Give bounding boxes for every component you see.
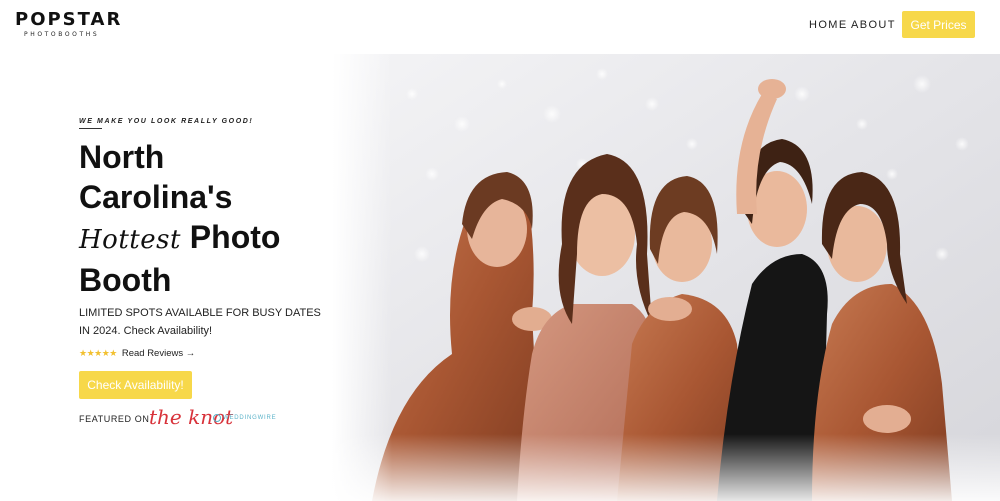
headline-script-word: Hottest [79,225,181,255]
check-availability-button[interactable]: Check Availability! [79,371,192,399]
read-reviews-link[interactable]: Read Reviews → [122,348,195,359]
star-rating-icon: ★★★★★ [79,348,117,358]
headline-line-1: North [79,139,165,175]
logo-wordmark: POPSTAR [15,9,123,30]
get-prices-button[interactable]: Get Prices [902,11,975,38]
logo[interactable]: POPSTAR PHOTOBOOTHS [15,9,125,39]
nav-about-link[interactable]: ABOUT [851,19,896,31]
weddingwire-ring-icon [213,414,221,422]
logo-subtitle: PHOTOBOOTHS [24,31,100,38]
headline-line-3-rest: Photo [189,219,281,255]
site-header: POPSTAR PHOTOBOOTHS HOME ABOUT Get Price… [0,0,1000,50]
featured-on-label: FEATURED ON [79,414,150,424]
tagline-underline [79,128,102,129]
headline-line-4: Booth [79,262,172,298]
hero-headline: North Carolina's Hottest Photo Booth [79,137,339,300]
group-photo-illustration [332,54,1000,501]
hero-photo [332,54,1000,501]
hero-subtext: LIMITED SPOTS AVAILABLE FOR BUSY DATES I… [79,307,321,337]
nav-home-link[interactable]: HOME [809,19,848,31]
hero-tagline: WE MAKE YOU LOOK REALLY GOOD! [79,118,254,125]
weddingwire-label: WEDDINGWIRE [223,415,277,421]
weddingwire-logo[interactable]: WEDDINGWIRE [213,414,276,422]
headline-line-3: Hottest Photo [79,217,339,260]
headline-line-2: Carolina's [79,179,233,215]
reviews-row: ★★★★★ Read Reviews → [79,348,195,359]
